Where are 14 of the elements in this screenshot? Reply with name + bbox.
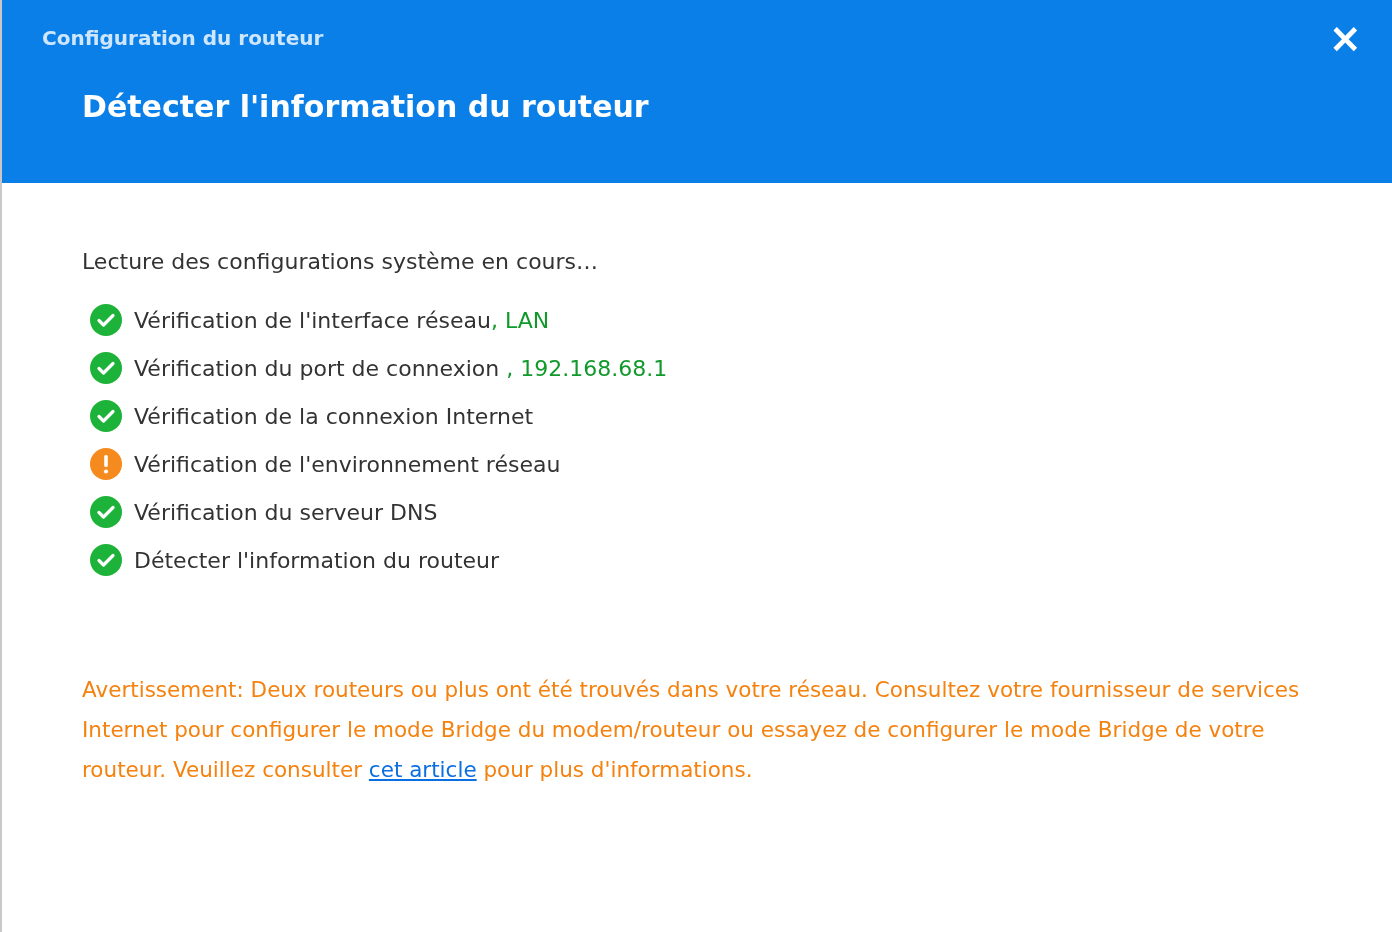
warning-text: Avertissement: Deux routeurs ou plus ont été trouvés dans votre réseau. Consultez votre fournisseur de services Internet pour configurer le mode Bridge du modem/routeur ou essayez de configurer le mode Bridge de votre routeur. Veuillez consulter cet article pour plus d'informations. [82, 676, 1301, 784]
check-result: , LAN [490, 306, 550, 335]
check-label: Vérification de l'environnement réseau [134, 450, 561, 479]
step-title: Détecter l'information du routeur [82, 89, 649, 124]
check-label: Vérification de l'interface réseau [134, 306, 491, 335]
check-result: , 192.168.68.1 [506, 354, 668, 383]
check-label: Vérification du serveur DNS [134, 498, 438, 527]
status-text: Lecture des configurations système en cours… [82, 248, 600, 276]
article-link[interactable]: cet article [368, 757, 477, 782]
window-title: Configuration du routeur [42, 25, 324, 52]
check-label: Vérification du port de connexion [134, 354, 501, 383]
check-label: Vérification de la connexion Internet [134, 402, 534, 431]
check-label: Détecter l'information du routeur [134, 546, 500, 575]
close-button[interactable]: × [1328, 18, 1362, 58]
